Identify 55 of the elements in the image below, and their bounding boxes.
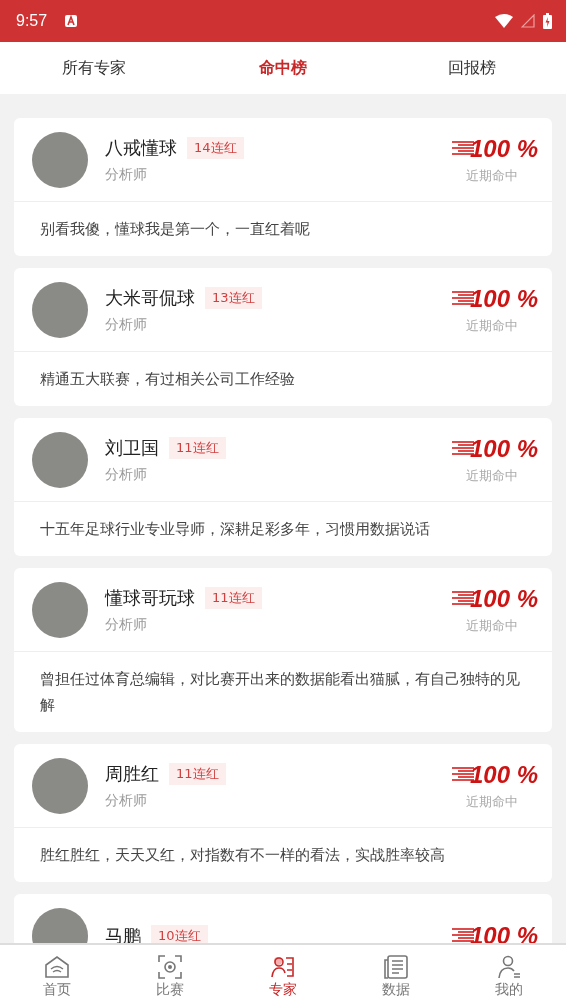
hit-rate: 100 % <box>469 134 538 163</box>
hit-rate-label: 近期命中 <box>466 616 518 635</box>
expert-bio: 胜红胜红，天天又红，对指数有不一样的看法，实战胜率较高 <box>39 845 446 866</box>
streak-badge: 11连红 <box>205 586 262 609</box>
expert-role: 分析师 <box>105 615 148 634</box>
streak-badge: 13连红 <box>205 286 262 309</box>
nav-item[interactable]: 我的 <box>452 945 566 1008</box>
hit-rate: 100 % <box>469 760 538 789</box>
home-icon <box>43 954 70 979</box>
document-icon <box>384 954 409 979</box>
wifi-icon <box>495 14 513 28</box>
hit-rate: 100 % <box>469 921 538 943</box>
expert-name: 大米哥侃球 <box>105 285 195 310</box>
expert-bio: 十五年足球行业专业导师，深耕足彩多年，习惯用数据说话 <box>39 519 431 540</box>
expert-name: 懂球哥玩球 <box>105 585 195 610</box>
hit-rate: 100 % <box>469 434 538 463</box>
expert-bio: 精通五大联赛，有过相关公司工作经验 <box>39 369 296 390</box>
expert-card[interactable]: 周胜红 11连红 分析师 100 % 近期命中 胜红胜红，天天又红，对指数有不一样的看法，实战胜率较高 <box>14 744 552 882</box>
streak-badge: 11连红 <box>169 436 226 459</box>
status-time: 9:57 <box>16 12 48 30</box>
user-icon <box>497 954 522 979</box>
hit-rate-label: 近期命中 <box>466 466 518 485</box>
expert-bio: 曾担任过体育总编辑，对比赛开出来的数据能看出猫腻，有自己独特的见解 <box>39 669 521 716</box>
nav-item[interactable]: 数据 <box>339 945 453 1008</box>
expert-name: 周胜红 <box>105 761 159 786</box>
expert-role: 分析师 <box>105 315 148 334</box>
nav-item[interactable]: 首页 <box>0 945 114 1008</box>
expert-role: 分析师 <box>105 465 148 484</box>
notification-icon <box>65 15 78 27</box>
expert-role: 分析师 <box>105 165 148 184</box>
streak-badge: 10连红 <box>151 924 208 943</box>
expert-role: 分析师 <box>105 791 148 810</box>
person-icon <box>271 954 295 979</box>
hit-rate-label: 近期命中 <box>466 792 518 811</box>
battery-icon <box>543 13 552 29</box>
target-icon <box>157 954 182 979</box>
hit-rate-label: 近期命中 <box>466 166 518 185</box>
expert-name: 八戒懂球 <box>105 135 177 160</box>
streak-badge: 11连红 <box>169 762 226 785</box>
expert-name: 刘卫国 <box>105 435 159 460</box>
hit-rate: 100 % <box>469 284 538 313</box>
expert-card[interactable]: 懂球哥玩球 11连红 分析师 100 % 近期命中 曾担任过体育总编辑，对比赛开出来的数据能看出猫腻，有自己独特的见解 <box>14 568 552 732</box>
expert-card[interactable]: 大米哥侃球 13连红 分析师 100 % 近期命中 精通五大联赛，有过相关公司工作经验 <box>14 268 552 406</box>
hit-rate: 100 % <box>469 584 538 613</box>
expert-card[interactable]: 刘卫国 11连红 分析师 100 % 近期命中 十五年足球行业专业导师，深耕足彩多年，习惯用数据说话 <box>14 418 552 556</box>
tab[interactable]: 命中榜 <box>188 42 378 94</box>
streak-badge: 14连红 <box>187 136 244 159</box>
tab[interactable]: 所有专家 <box>0 42 189 94</box>
signal-icon <box>521 14 535 28</box>
hit-rate-label: 近期命中 <box>466 316 518 335</box>
tab[interactable]: 回报榜 <box>377 42 566 94</box>
nav-item[interactable]: 专家 <box>226 945 340 1008</box>
expert-bio: 别看我傻，懂球我是第一个，一直红着呢 <box>39 219 311 240</box>
expert-card[interactable]: 八戒懂球 14连红 分析师 100 % 近期命中 别看我傻，懂球我是第一个，一直红着呢 <box>14 118 552 256</box>
nav-item[interactable]: 比赛 <box>113 945 227 1008</box>
